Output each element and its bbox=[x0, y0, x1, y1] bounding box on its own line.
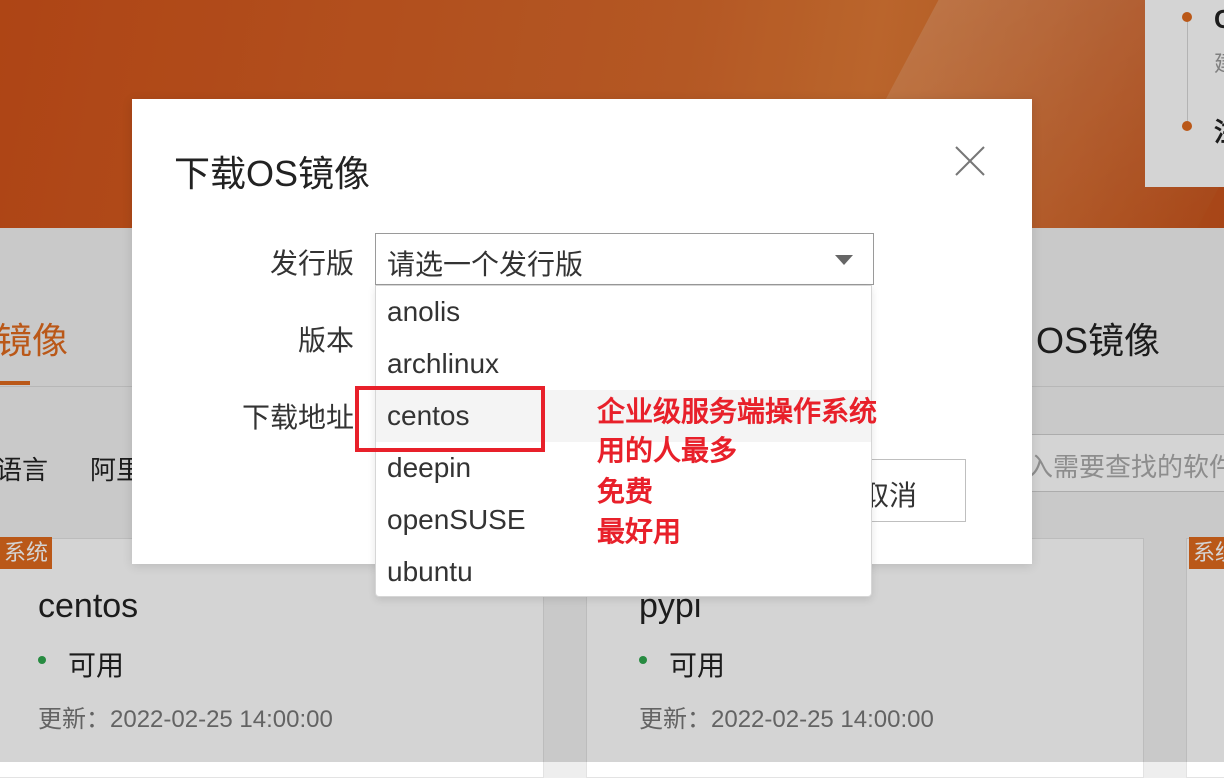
distro-select[interactable]: 请选一个发行版 bbox=[375, 233, 874, 285]
option-label: openSUSE bbox=[387, 504, 526, 535]
version-label: 版本 bbox=[297, 325, 354, 356]
option-label: archlinux bbox=[387, 348, 500, 379]
option-ubuntu[interactable]: ubuntu bbox=[376, 546, 871, 598]
annotation-text: 企业级服务端操作系统 bbox=[597, 396, 878, 427]
option-anolis[interactable]: anolis bbox=[376, 286, 871, 338]
option-label: deepin bbox=[387, 452, 472, 483]
option-label: ubuntu bbox=[387, 556, 473, 587]
chevron-down-icon bbox=[835, 255, 853, 265]
dialog-title: 下载OS镜像 bbox=[174, 153, 371, 194]
annotation-text: 免费 bbox=[597, 476, 654, 507]
download-url-label: 下载地址 bbox=[241, 402, 354, 433]
distro-select-placeholder: 请选一个发行版 bbox=[387, 249, 584, 280]
option-label: anolis bbox=[387, 296, 461, 327]
distro-label: 发行版 bbox=[269, 248, 354, 279]
close-icon[interactable] bbox=[952, 143, 988, 179]
option-archlinux[interactable]: archlinux bbox=[376, 338, 871, 390]
annotation-text: 用的人最多 bbox=[597, 435, 738, 466]
annotation-highlight-box bbox=[355, 386, 545, 452]
annotation-text: 最好用 bbox=[597, 516, 682, 547]
